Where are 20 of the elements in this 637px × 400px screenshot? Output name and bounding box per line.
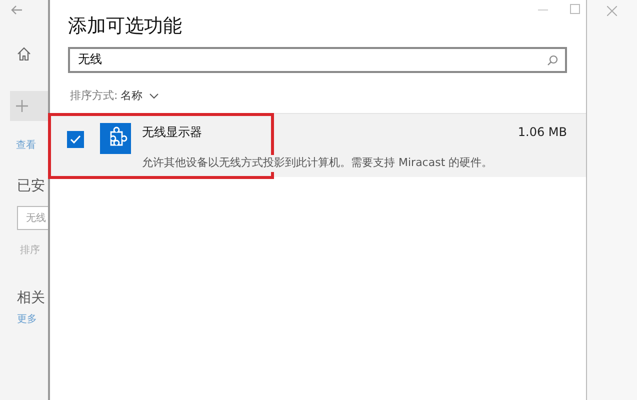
feature-name: 无线显示器 [142,124,203,141]
section-title: 相关 [17,289,46,308]
plus-icon [16,100,28,112]
feature-size: 1.06 MB [518,124,567,141]
maximize-icon[interactable] [570,4,580,14]
home-icon[interactable] [17,47,31,61]
add-feature-button[interactable] [10,91,48,121]
search-field[interactable]: 无线 [68,46,567,72]
sort-label: 排序 [20,244,41,258]
feature-row[interactable]: 无线显示器 允许其他设备以无线方式投影到此计算机。需要支持 Miracast 的硬件。 1.06 MB [50,113,586,177]
checkmark-icon [70,135,81,144]
section-title: 已安 [17,177,46,196]
chevron-down-icon[interactable] [148,92,159,99]
sort-dropdown[interactable]: 名称 [120,88,143,104]
sort-label: 排序方式: [70,88,118,104]
back-arrow-icon[interactable] [11,5,23,15]
dialog-title: 添加可选功能 [68,14,183,39]
search-icon[interactable] [547,54,558,66]
checkbox[interactable] [67,131,84,148]
close-icon[interactable] [607,6,617,16]
